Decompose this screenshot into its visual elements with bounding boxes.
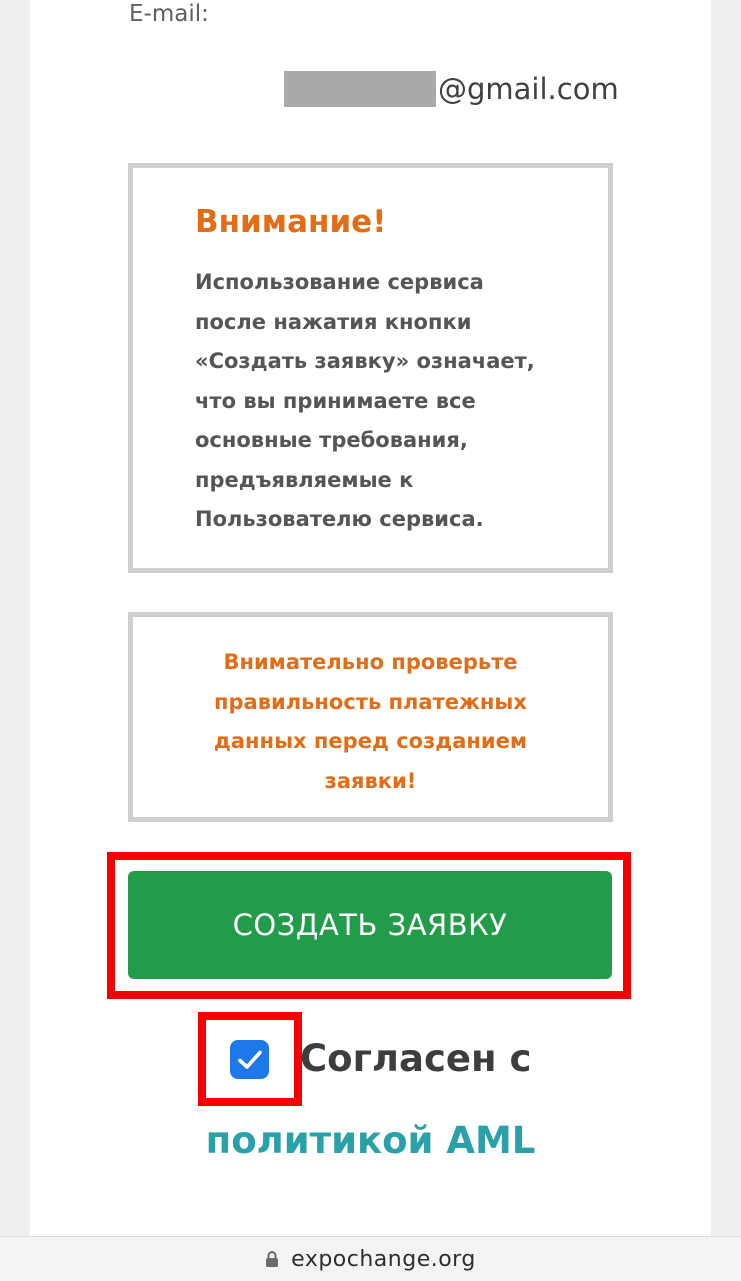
aml-policy-link[interactable]: политикой AML (0, 1119, 741, 1162)
checkbox-highlight-frame (198, 1012, 302, 1106)
submit-highlight-frame (107, 852, 631, 999)
email-value: @gmail.com (284, 70, 619, 108)
check-notice-box: Внимательно проверьте правильность плате… (128, 612, 613, 822)
url-text: expochange.org (291, 1246, 476, 1272)
attention-box: Внимание! Использование сервиса после на… (128, 163, 613, 573)
email-redaction (284, 71, 436, 107)
agree-text: Согласен с (300, 1037, 532, 1080)
email-label: E-mail: (129, 1, 209, 27)
attention-text: Использование сервиса после нажатия кноп… (195, 270, 535, 531)
attention-title: Внимание! (195, 204, 387, 240)
check-notice-text: Внимательно проверьте правильность плате… (213, 650, 528, 793)
lock-icon (265, 1250, 279, 1268)
browser-url-bar[interactable]: expochange.org (0, 1236, 741, 1281)
email-domain: @gmail.com (438, 72, 619, 106)
